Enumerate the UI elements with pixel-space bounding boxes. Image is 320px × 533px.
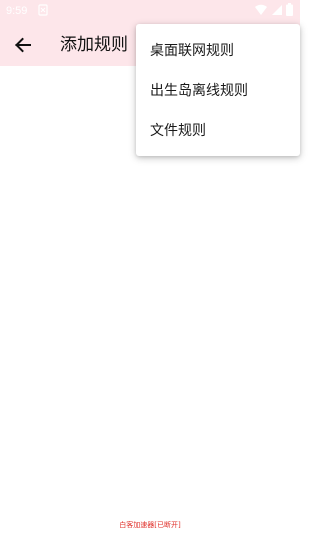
menu-item-spawn-island-offline-rule[interactable]: 出生岛离线规则 [136, 70, 300, 110]
wifi-icon [255, 4, 267, 15]
menu-item-desktop-network-rule[interactable]: 桌面联网规则 [136, 30, 300, 70]
accelerator-status-text: 白客加速器[已断开] [119, 521, 181, 529]
arrow-left-icon [15, 37, 31, 53]
back-button[interactable] [8, 30, 38, 60]
notification-icon [38, 4, 48, 16]
page-title: 添加规则 [60, 35, 128, 55]
signal-icon [272, 5, 282, 15]
overflow-menu: 桌面联网规则 出生岛离线规则 文件规则 [136, 24, 300, 156]
status-bar: 9:59 [0, 0, 300, 24]
menu-item-file-rule[interactable]: 文件规则 [136, 110, 300, 150]
status-time: 9:59 [6, 5, 28, 17]
battery-icon [286, 3, 293, 16]
